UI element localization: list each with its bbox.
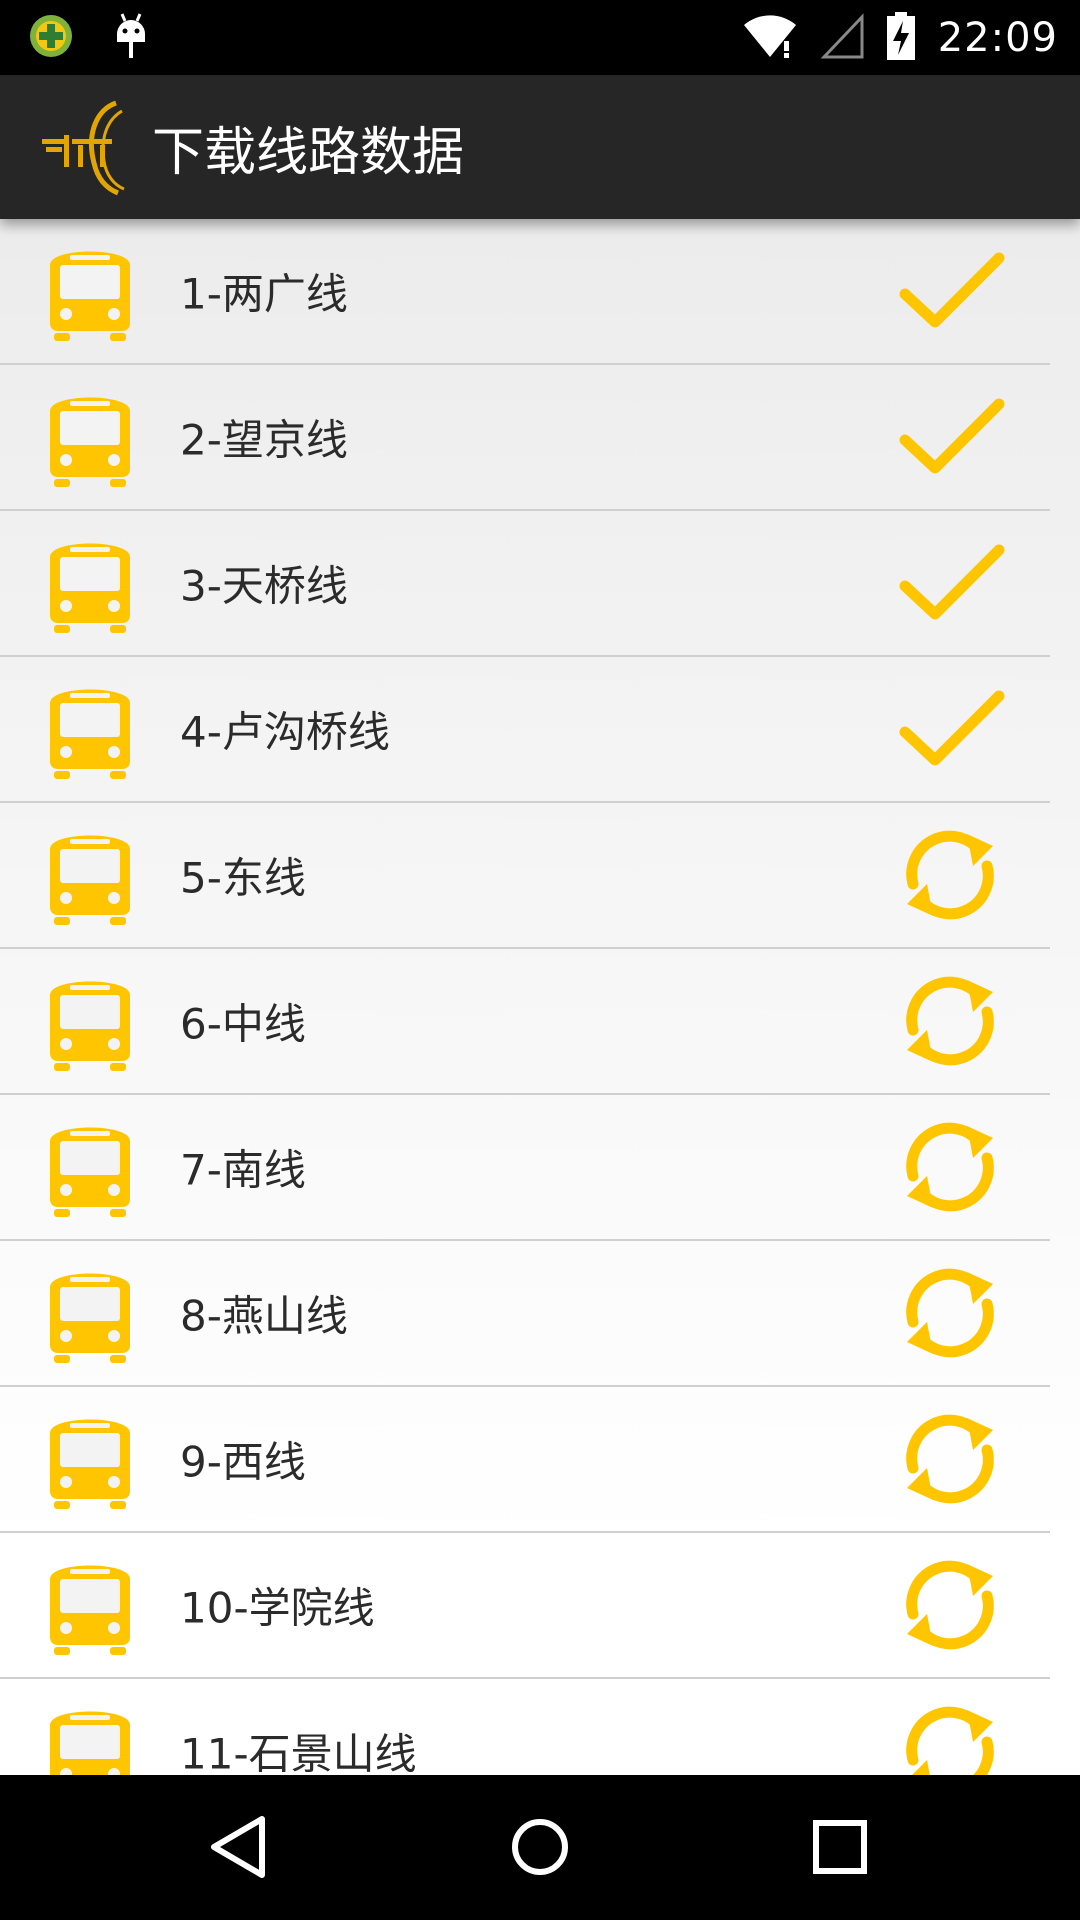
route-row[interactable]: 9-西线 bbox=[0, 1387, 1050, 1533]
check-icon[interactable] bbox=[895, 528, 1005, 638]
route-label: 5-东线 bbox=[180, 853, 306, 903]
check-icon[interactable] bbox=[895, 382, 1005, 492]
route-row[interactable]: 11-石景山线 bbox=[0, 1679, 1050, 1775]
bus-icon bbox=[44, 825, 136, 925]
bus-icon bbox=[44, 533, 136, 633]
route-row[interactable]: 6-中线 bbox=[0, 949, 1050, 1095]
status-bar: 22:09 bbox=[0, 0, 1080, 75]
battery-charging-icon bbox=[886, 11, 916, 65]
route-label: 9-西线 bbox=[180, 1437, 306, 1487]
route-label: 8-燕山线 bbox=[180, 1291, 348, 1341]
page-title: 下载线路数据 bbox=[152, 122, 465, 183]
route-row[interactable]: 1-两广线 bbox=[0, 219, 1050, 365]
route-label: 11-石景山线 bbox=[180, 1729, 417, 1776]
back-icon[interactable] bbox=[200, 1807, 280, 1887]
route-label: 10-学院线 bbox=[180, 1583, 375, 1633]
bus-icon bbox=[44, 971, 136, 1071]
route-label: 3-天桥线 bbox=[180, 561, 348, 611]
bus-icon bbox=[44, 1117, 136, 1217]
refresh-icon[interactable] bbox=[895, 820, 1005, 930]
signal-icon bbox=[820, 12, 864, 63]
navigation-bar bbox=[0, 1775, 1080, 1920]
bus-icon bbox=[44, 387, 136, 487]
route-row[interactable]: 7-南线 bbox=[0, 1095, 1050, 1241]
bus-icon bbox=[44, 679, 136, 779]
route-label: 4-卢沟桥线 bbox=[180, 707, 390, 757]
route-row[interactable]: 3-天桥线 bbox=[0, 511, 1050, 657]
check-icon[interactable] bbox=[895, 236, 1005, 346]
refresh-icon[interactable] bbox=[895, 1258, 1005, 1368]
android-debug-icon bbox=[114, 12, 148, 64]
bus-icon bbox=[44, 1555, 136, 1655]
wifi-icon bbox=[742, 13, 798, 63]
route-row[interactable]: 2-望京线 bbox=[0, 365, 1050, 511]
plus-badge-icon bbox=[28, 13, 74, 63]
refresh-icon[interactable] bbox=[895, 1696, 1005, 1775]
bus-icon bbox=[44, 1701, 136, 1775]
bus-icon bbox=[44, 1263, 136, 1363]
route-label: 7-南线 bbox=[180, 1145, 306, 1195]
bus-icon bbox=[44, 241, 136, 341]
route-label: 6-中线 bbox=[180, 999, 306, 1049]
refresh-icon[interactable] bbox=[895, 1550, 1005, 1660]
route-row[interactable]: 10-学院线 bbox=[0, 1533, 1050, 1679]
check-icon[interactable] bbox=[895, 674, 1005, 784]
refresh-icon[interactable] bbox=[895, 1112, 1005, 1222]
bus-icon bbox=[44, 1409, 136, 1509]
route-list: 1-两广线 2-望京线 3-天桥线 4-卢沟桥线 5-东线 6-中线 7-南线 … bbox=[0, 219, 1080, 1775]
route-label: 1-两广线 bbox=[180, 269, 348, 319]
route-row[interactable]: 8-燕山线 bbox=[0, 1241, 1050, 1387]
status-clock: 22:09 bbox=[937, 14, 1058, 61]
route-label: 2-望京线 bbox=[180, 415, 348, 465]
recents-icon[interactable] bbox=[800, 1807, 880, 1887]
action-bar: 下载线路数据 bbox=[0, 75, 1080, 219]
app-logo-icon[interactable] bbox=[38, 97, 138, 197]
route-row[interactable]: 4-卢沟桥线 bbox=[0, 657, 1050, 803]
refresh-icon[interactable] bbox=[895, 966, 1005, 1076]
home-icon[interactable] bbox=[500, 1807, 580, 1887]
refresh-icon[interactable] bbox=[895, 1404, 1005, 1514]
route-row[interactable]: 5-东线 bbox=[0, 803, 1050, 949]
